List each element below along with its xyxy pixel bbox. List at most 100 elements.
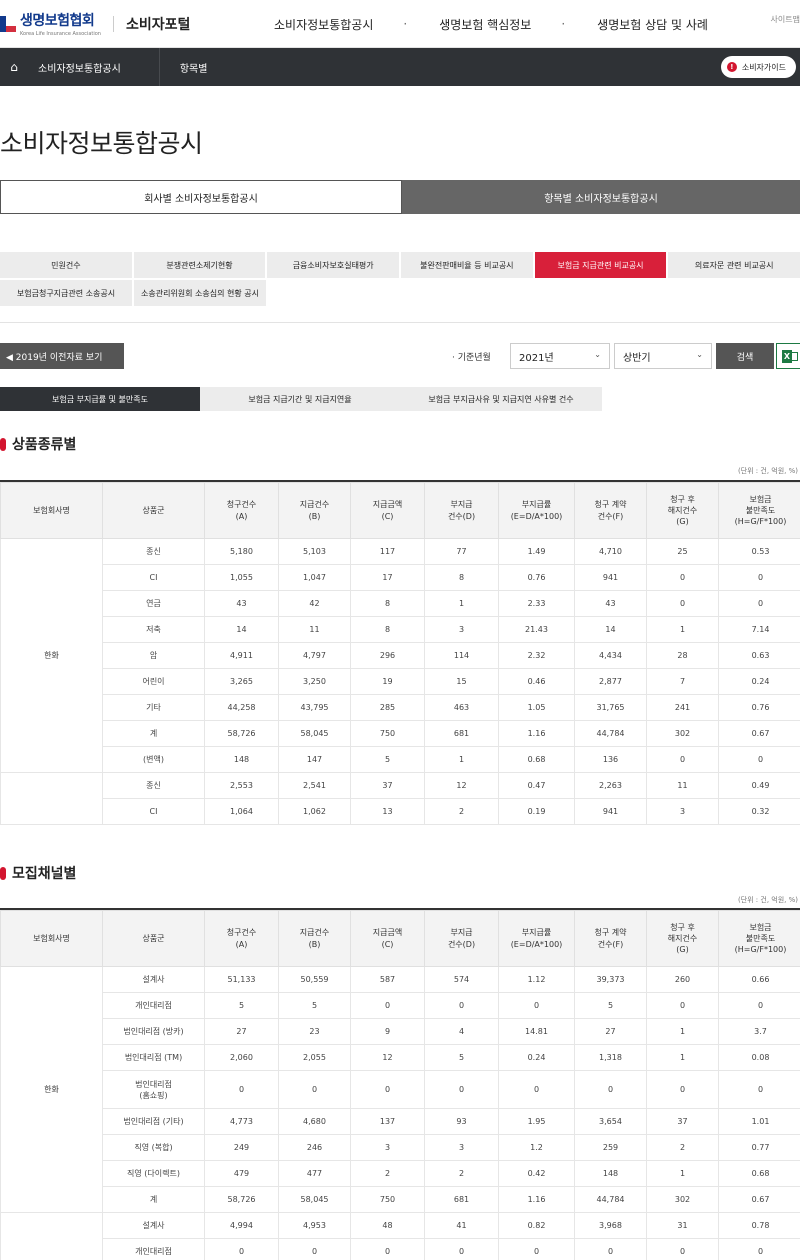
tab-payment-period[interactable]: 보험금 지급기간 및 지급지연율 (200, 387, 400, 411)
value-cell: 0.67 (718, 720, 800, 747)
table-row: 어린이 3,265 3,250 19 15 0.46 2,877 7 0.24 (1, 668, 800, 695)
product-group-cell: 종신 (102, 538, 205, 565)
top-nav: 소비자정보통합공시 · 생명보험 핵심정보 · 생명보험 상담 및 사례 (274, 0, 708, 48)
product-group-cell: 저축 (102, 616, 205, 643)
top-nav-item-consulting[interactable]: 생명보험 상담 및 사례 (597, 16, 708, 33)
value-cell: 4,680 (278, 1108, 351, 1135)
value-cell: 11 (278, 616, 351, 643)
value-cell: 3,968 (574, 1212, 647, 1239)
value-cell: 0.68 (498, 746, 575, 773)
value-cell: 0 (646, 1070, 719, 1109)
data-table: 보험회사명 상품군 청구건수 (A) 지급건수 (B) 지급금액 (C) 부지급 건수(D) 부지급… (0, 910, 800, 1260)
excel-download-icon[interactable]: X (776, 343, 800, 369)
consumer-guide-button[interactable]: ! 소비자가이드 (720, 56, 796, 78)
half-select-value: 상반기 (623, 352, 651, 364)
value-cell: 14 (574, 616, 647, 643)
logo-subtitle: Korea Life Insurance Association (20, 31, 101, 37)
column-header: 지급건수 (B) (278, 482, 351, 539)
value-cell: 4,434 (574, 642, 647, 669)
subtab-lawsuit-committee[interactable]: 소송관리위원회 소송심의 현황 공시 (134, 280, 266, 306)
value-cell: 44,784 (574, 720, 647, 747)
value-cell: 117 (350, 538, 425, 565)
product-group-cell: 법인대리점 (방카) (102, 1018, 205, 1045)
value-cell: 11 (646, 772, 719, 799)
value-cell: 58,726 (204, 1186, 279, 1213)
portal-name[interactable]: 소비자포털 (126, 14, 190, 34)
column-header: 청구건수 (A) (204, 910, 279, 967)
subtab-claim-lawsuits[interactable]: 보험금청구지급관련 소송공시 (0, 280, 132, 306)
value-cell: 1,062 (278, 798, 351, 825)
sub-tabs: 민원건수 분쟁관련소제기현황 금융소비자보호실태평가 불완전판매비율 등 비교공… (0, 252, 800, 308)
value-cell: 19 (350, 668, 425, 695)
column-header: 보험금 불만족도 (H=G/F*100) (718, 482, 800, 539)
value-cell: 0 (718, 746, 800, 773)
section-marker (0, 866, 6, 880)
table-row: 계 58,726 58,045 750 681 1.16 44,784 302 0.67 (1, 720, 800, 747)
section-title-channel: 모집채널별 (0, 863, 76, 883)
value-cell: 5 (350, 746, 425, 773)
value-cell: 750 (350, 1186, 425, 1213)
value-cell: 0 (718, 1238, 800, 1260)
search-button[interactable]: 검색 (716, 343, 774, 369)
value-cell: 2 (424, 798, 499, 825)
value-cell: 27 (574, 1018, 647, 1045)
value-cell: 1.16 (498, 720, 575, 747)
breadcrumb-item-disclosure[interactable]: 소비자정보통합공시 (24, 48, 160, 86)
value-cell: 0 (498, 1070, 575, 1109)
site-logo[interactable]: 생명보험협회 Korea Life Insurance Association (0, 0, 101, 48)
product-group-cell: CI (102, 564, 205, 591)
tab-by-item[interactable]: 항목별 소비자정보통합공시 (402, 180, 800, 214)
subtab-disputes[interactable]: 분쟁관련소제기현황 (133, 252, 266, 278)
table-row: 설계사 4,994 4,953 48 41 0.82 3,968 31 0.78 (0, 1212, 800, 1260)
sitemap-link[interactable]: 사이트맵 (771, 14, 800, 25)
subtab-incomplete-sales[interactable]: 불완전판매비율 등 비교공시 (401, 252, 533, 278)
product-group-cell: 법인대리점 (기타) (102, 1108, 205, 1135)
value-cell: 302 (646, 720, 719, 747)
value-cell: 681 (424, 1186, 499, 1213)
value-cell: 2,553 (204, 772, 279, 799)
value-cell: 259 (574, 1134, 647, 1161)
value-cell: 1.16 (498, 1186, 575, 1213)
half-select[interactable]: 상반기 ⌄ (614, 343, 712, 369)
breadcrumb-item-by-item[interactable]: 항목별 (160, 60, 208, 75)
value-cell: 0.53 (718, 538, 800, 565)
value-cell: 0 (350, 1070, 425, 1109)
table-row: 계 58,726 58,045 750 681 1.16 44,784 302 0.67 (1, 1186, 800, 1213)
product-group-cell: 계 (102, 1186, 205, 1213)
value-cell: 21.43 (498, 616, 575, 643)
subtab-complaints[interactable]: 민원건수 (0, 252, 132, 278)
tab-nonpayment-rate[interactable]: 보험금 부지급률 및 불만족도 (0, 387, 200, 411)
column-header: 부지급 건수(D) (424, 910, 499, 967)
value-cell: 41 (424, 1212, 499, 1239)
tab-nonpayment-reasons[interactable]: 보험금 부지급사유 및 지급지연 사유별 건수 (400, 387, 602, 411)
table-row: (변액) 148 147 5 1 0.68 136 0 0 (1, 746, 800, 773)
value-cell: 48 (350, 1212, 425, 1239)
subtab-consumer-protection[interactable]: 금융소비자보호실태평가 (267, 252, 400, 278)
table-row: 한화 종신 5,180 5,103 117 77 1.49 4,710 25 0.53 (0, 538, 800, 773)
value-cell: 0.49 (718, 772, 800, 799)
subtab-medical-advice[interactable]: 의료자문 관련 비교공시 (668, 252, 800, 278)
value-cell: 0 (424, 1070, 499, 1109)
value-cell: 8 (350, 616, 425, 643)
home-icon[interactable]: ⌂ (4, 60, 24, 74)
value-cell: 1.12 (498, 966, 575, 993)
value-cell: 39,373 (574, 966, 647, 993)
prev-data-button[interactable]: ◀ 2019년 이전자료 보기 (0, 343, 124, 369)
chevron-down-icon: ⌄ (696, 350, 703, 359)
value-cell: 0 (204, 1070, 279, 1109)
value-cell: 1,055 (204, 564, 279, 591)
value-cell: 0.46 (498, 668, 575, 695)
value-cell: 43,795 (278, 694, 351, 721)
value-cell: 0 (574, 1238, 647, 1260)
year-select[interactable]: 2021년 ⌄ (510, 343, 610, 369)
logo-divider (112, 15, 114, 32)
tab-by-company[interactable]: 회사별 소비자정보통합공시 (0, 180, 402, 214)
top-nav-item-core-info[interactable]: 생명보험 핵심정보 (439, 16, 531, 33)
subtab-claim-payment[interactable]: 보험금 지급관련 비교공시 (534, 252, 667, 278)
value-cell: 5 (424, 1044, 499, 1071)
value-cell: 3 (424, 1134, 499, 1161)
value-cell: 44,784 (574, 1186, 647, 1213)
top-nav-item-disclosure[interactable]: 소비자정보통합공시 (274, 16, 373, 33)
value-cell: 3,250 (278, 668, 351, 695)
value-cell: 249 (204, 1134, 279, 1161)
